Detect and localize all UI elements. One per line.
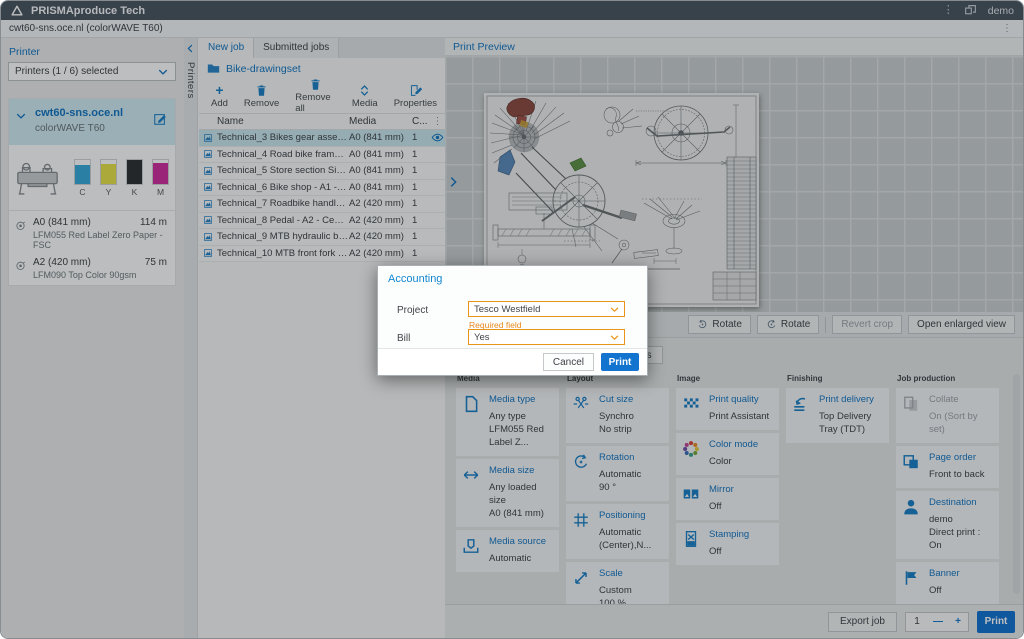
cancel-button[interactable]: Cancel [543, 353, 594, 371]
bill-select[interactable]: Yes [468, 329, 625, 345]
chevron-down-icon [609, 304, 620, 315]
dialog-title: Accounting [388, 273, 442, 285]
project-select[interactable]: Tesco Westfield [468, 301, 625, 317]
bill-label: Bill [397, 333, 410, 344]
accounting-dialog: Accounting Project Tesco Westfield Requi… [377, 265, 648, 376]
dialog-footer: Cancel Print [378, 348, 647, 375]
dialog-print-button[interactable]: Print [601, 353, 639, 371]
project-label: Project [397, 305, 428, 316]
app-window: PRISMAproduce Tech ⋮ demo cwt60-sns.oce.… [0, 0, 1024, 639]
chevron-down-icon [609, 332, 620, 343]
